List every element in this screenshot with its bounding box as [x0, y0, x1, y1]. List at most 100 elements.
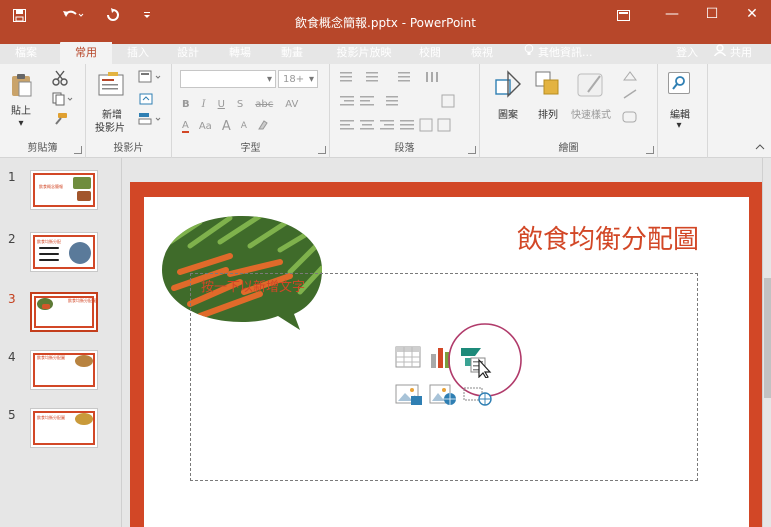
tab-slideshow[interactable]: 投影片放映 [328, 42, 400, 64]
share-button[interactable]: 共用 [713, 42, 752, 64]
shapes-button[interactable]: 圖案 [488, 106, 528, 121]
shadow-button[interactable]: S [237, 99, 243, 110]
editing-dropdown-icon[interactable]: ▾ [672, 120, 686, 131]
bold-button[interactable]: B [182, 99, 190, 110]
tab-design[interactable]: 設計 [168, 42, 208, 64]
insert-online-picture-icon[interactable] [429, 384, 457, 409]
undo-icon[interactable] [60, 6, 86, 24]
slide-thumb-3[interactable]: 飲食均衡分配圖 [30, 292, 98, 332]
thumb-title-1: 飲食概念簡報 [39, 184, 63, 189]
editing-button[interactable]: 編輯 [662, 106, 698, 121]
insert-video-icon[interactable] [463, 384, 493, 409]
thumb-image-5 [75, 413, 93, 425]
ribbon-display-options-icon[interactable] [614, 6, 632, 24]
paste-dropdown-icon[interactable]: ▾ [14, 118, 28, 129]
content-placeholder[interactable]: 按一下以新增文字 [190, 273, 698, 481]
layout-icon[interactable] [138, 70, 164, 84]
shape-fill-outline-effects-icon[interactable] [620, 68, 650, 132]
repeat-icon[interactable] [104, 6, 122, 24]
maximize-button[interactable]: ☐ [694, 0, 730, 28]
slide-3[interactable]: 飲食均衡分配圖 按一下以新增文字 [130, 182, 764, 527]
strikethrough-button[interactable]: abc [255, 99, 273, 110]
slides-group: 新增 投影片 投影片 [86, 64, 172, 158]
arrange-button[interactable]: 排列 [528, 106, 568, 121]
save-icon[interactable] [10, 6, 28, 24]
italic-button[interactable]: I [202, 99, 206, 110]
reset-icon[interactable] [138, 92, 154, 106]
quick-styles-button[interactable]: 快速樣式 [566, 106, 616, 121]
new-slide-label-2[interactable]: 投影片 [90, 119, 130, 134]
slide-thumb-2[interactable]: 飲食均衡分配 [30, 232, 98, 272]
customize-qat-icon[interactable] [140, 6, 154, 24]
paste-icon[interactable] [10, 72, 34, 98]
font-color-row: A Aa A A [182, 118, 269, 134]
copy-icon[interactable] [52, 92, 76, 106]
drawing-group: 圖案 排列 快速樣式 繪圖 [480, 64, 658, 158]
thumb-title-4: 飲食均衡分配圖 [37, 355, 65, 360]
find-icon[interactable] [668, 72, 690, 94]
clipboard-launcher-icon[interactable] [74, 146, 82, 154]
paragraph-launcher-icon[interactable] [468, 146, 476, 154]
scrollbar-thumb[interactable] [764, 278, 771, 398]
tell-me-box[interactable]: 其他資訊... [524, 42, 593, 64]
font-size-combo[interactable]: 18+ ▾ [278, 70, 318, 88]
placeholder-prompt[interactable]: 按一下以新增文字 [201, 276, 305, 295]
thumb-number-5: 5 [8, 408, 16, 422]
clear-formatting-icon[interactable] [257, 119, 269, 134]
arrange-icon[interactable] [534, 70, 562, 98]
paste-button[interactable]: 貼上 [6, 102, 36, 117]
drawing-launcher-icon[interactable] [646, 146, 654, 154]
list-buttons-icon[interactable] [338, 70, 474, 84]
thumb-bullets-2b [39, 253, 59, 255]
new-slide-icon[interactable] [98, 72, 124, 98]
tab-review[interactable]: 校閱 [410, 42, 450, 64]
slide-thumb-5[interactable]: 飲食均衡分配圖 [30, 408, 98, 448]
tab-insert[interactable]: 插入 [118, 42, 158, 64]
slide-thumb-4[interactable]: 飲食均衡分配圖 [30, 350, 98, 390]
decrease-font-button[interactable]: A [241, 121, 247, 131]
tab-file[interactable]: 檔案 [6, 42, 46, 64]
thumb-number-3: 3 [8, 292, 16, 306]
slide-title[interactable]: 飲食均衡分配圖 [517, 219, 699, 256]
slide-thumb-1[interactable]: 飲食概念簡報 [30, 170, 98, 210]
thumb-title-2: 飲食均衡分配 [37, 239, 61, 244]
thumb-image-2 [69, 242, 91, 264]
vertical-scrollbar[interactable] [762, 158, 771, 527]
align-buttons-icon[interactable] [338, 118, 474, 132]
sign-in-link[interactable]: 登入 [672, 42, 702, 64]
insert-picture-icon[interactable] [395, 384, 423, 409]
increase-font-button[interactable]: A [222, 119, 231, 134]
quick-styles-icon[interactable] [576, 70, 606, 100]
drawing-group-label: 繪圖 [558, 143, 579, 154]
underline-button[interactable]: U [218, 99, 225, 110]
shapes-icon[interactable] [494, 70, 522, 98]
thumb-image-3b [42, 304, 50, 309]
collapse-ribbon-icon[interactable] [755, 142, 765, 152]
close-button[interactable]: ✕ [734, 0, 770, 28]
char-spacing-button[interactable]: AV [285, 99, 298, 110]
ribbon: 貼上 ▾ 剪貼簿 新增 投影片 投影片 ▾ 18+ ▾ B I U S abc … [0, 64, 771, 158]
indent-buttons-icon[interactable] [338, 94, 474, 108]
tab-animations[interactable]: 動畫 [272, 42, 312, 64]
thumb-title-3: 飲食均衡分配圖 [68, 298, 96, 303]
thumb-image-1 [73, 177, 91, 189]
thumb-number-1: 1 [8, 170, 16, 184]
tab-transitions[interactable]: 轉場 [220, 42, 260, 64]
editing-group: 編輯 ▾ [658, 64, 708, 158]
thumb-bullets-2a [39, 247, 59, 249]
tab-home[interactable]: 常用 [60, 42, 112, 64]
font-color-button[interactable]: A [182, 120, 189, 133]
person-icon [713, 42, 727, 64]
font-format-row: B I U S abc AV [182, 96, 298, 112]
thumb-image-1b [77, 191, 91, 201]
change-case-button[interactable]: Aa [199, 121, 212, 132]
font-name-combo[interactable]: ▾ [180, 70, 276, 88]
format-painter-icon[interactable] [52, 112, 68, 126]
insert-table-icon[interactable] [395, 346, 421, 371]
slide-content-area: 飲食均衡分配圖 按一下以新增文字 [144, 197, 749, 527]
cut-icon[interactable] [52, 70, 68, 86]
tab-view[interactable]: 檢視 [462, 42, 502, 64]
section-icon[interactable] [138, 112, 164, 126]
font-launcher-icon[interactable] [318, 146, 326, 154]
minimize-button[interactable]: — [654, 0, 690, 28]
